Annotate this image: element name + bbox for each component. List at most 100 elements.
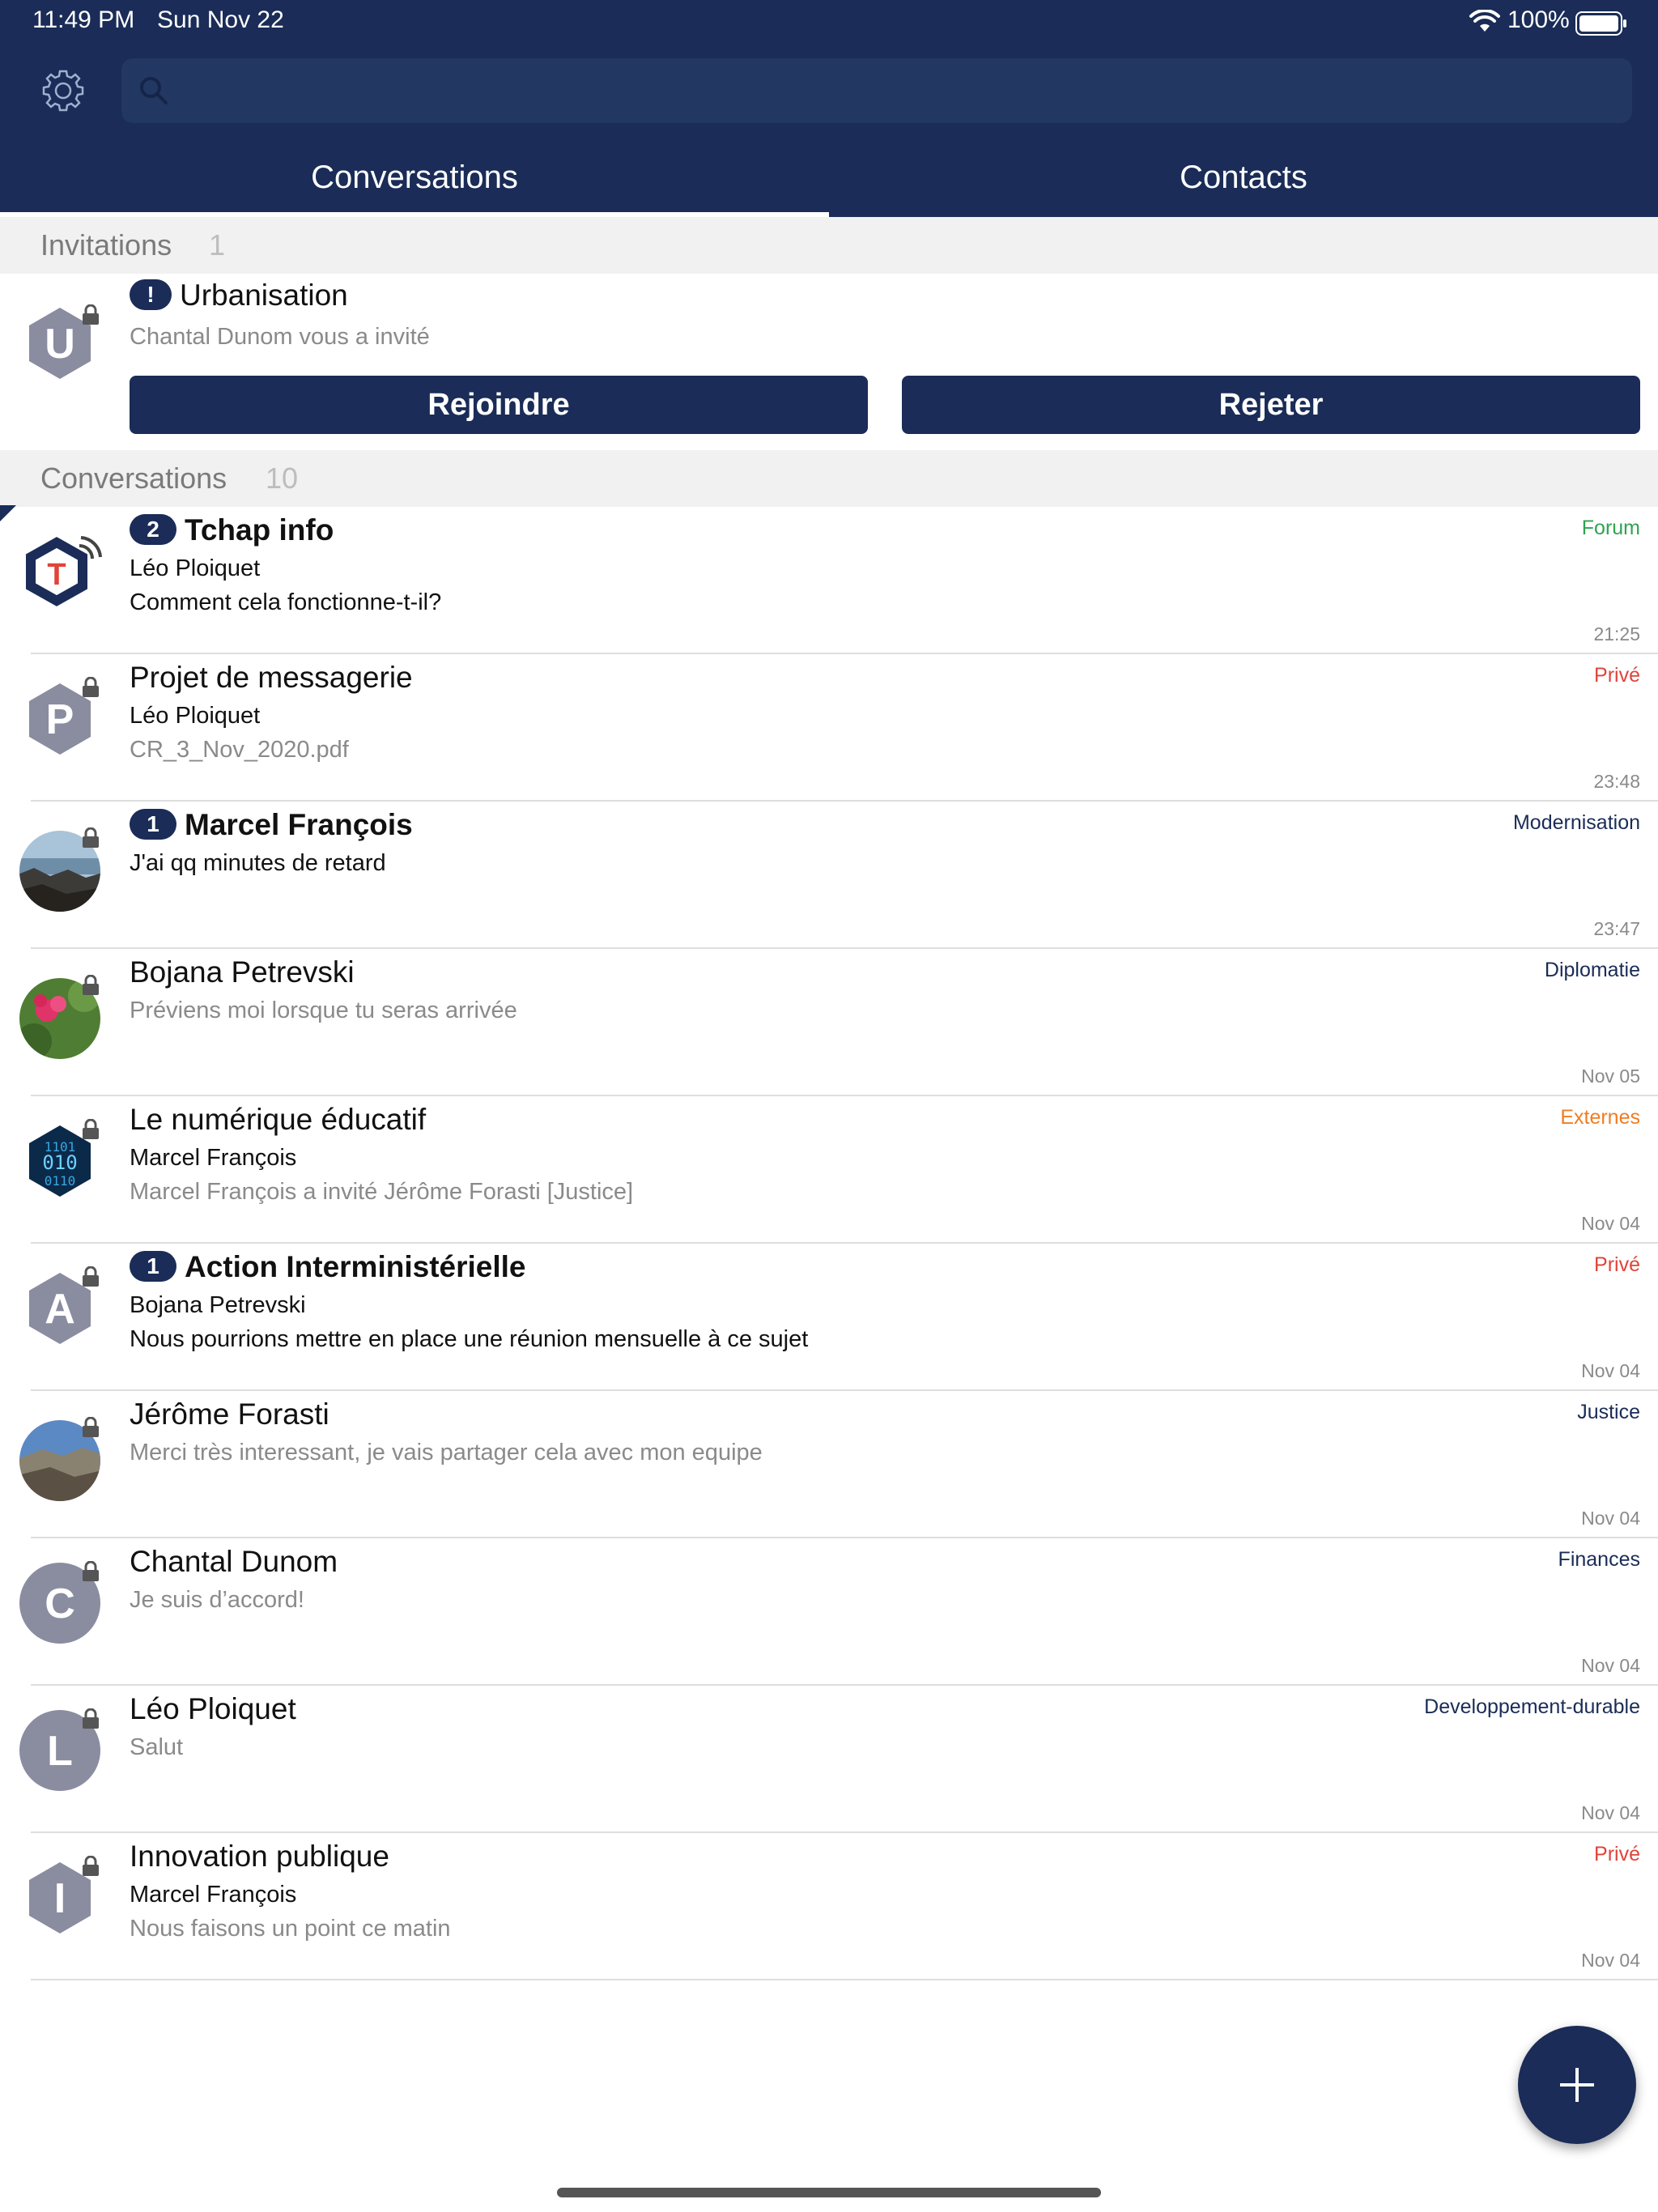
new-conversation-button[interactable] — [1518, 2026, 1636, 2144]
conversation-tag: Justice — [1577, 1401, 1640, 1423]
conversation-row[interactable]: Jérôme Forasti Merci très interessant, je… — [0, 1391, 1658, 1538]
svg-text:C: C — [45, 1580, 75, 1627]
conversation-line-2: Bojana Petrevski — [130, 1292, 306, 1318]
svg-text:T: T — [47, 558, 66, 592]
conversation-line-2: Léo Ploiquet — [130, 555, 261, 581]
conversation-row[interactable]: Bojana Petrevski Préviens moi lorsque tu … — [0, 949, 1658, 1096]
conversations-label: Conversations — [40, 462, 227, 495]
invitations-count: 1 — [209, 228, 226, 262]
wifi-icon — [1469, 10, 1500, 32]
conversation-name: Léo Ploiquet — [130, 1692, 296, 1725]
invitations-section-header: Invitations 1 — [0, 217, 1658, 274]
home-indicator — [557, 2188, 1101, 2197]
conversation-title: 1 Action Interministérielle — [130, 1250, 526, 1284]
lock-icon — [83, 304, 99, 325]
svg-text:A: A — [45, 1286, 75, 1333]
conversations-count: 10 — [266, 462, 299, 495]
status-date: Sun Nov 22 — [157, 6, 284, 33]
conversation-time: Nov 05 — [1581, 1066, 1640, 1087]
settings-gear-icon[interactable] — [39, 66, 87, 115]
conversation-name: Chantal Dunom — [130, 1545, 338, 1578]
conversation-name: Tchap info — [185, 513, 334, 547]
conversation-row[interactable]: I Innovation publique Marcel François Nous … — [0, 1833, 1658, 1980]
conversation-line-2: Léo Ploiquet — [130, 703, 261, 729]
search-input[interactable] — [178, 58, 1622, 125]
conversation-line-2: Marcel François — [130, 1882, 297, 1908]
unread-badge: 1 — [130, 809, 176, 840]
conversation-row[interactable]: C Chantal Dunom Je suis d’accord! Finances N… — [0, 1538, 1658, 1686]
svg-text:P: P — [46, 696, 74, 743]
lock-icon — [83, 1119, 99, 1139]
lock-icon — [83, 1856, 99, 1876]
invitation-subtitle: Chantal Dunom vous a invité — [130, 324, 430, 350]
conversation-time: Nov 04 — [1581, 1213, 1640, 1234]
conversation-tag: Finances — [1558, 1548, 1640, 1571]
conversation-line-3: Comment cela fonctionne-t-il? — [130, 589, 442, 615]
conversation-tag: Modernisation — [1512, 811, 1640, 834]
lock-icon — [83, 1417, 99, 1437]
conversation-line-2: Merci très interessant, je vais partager… — [130, 1440, 763, 1465]
conversation-title: Le numérique éducatif — [130, 1103, 426, 1137]
svg-text:0110: 0110 — [45, 1173, 76, 1189]
lock-icon — [83, 827, 99, 848]
conversation-title: Jérôme Forasti — [130, 1397, 329, 1431]
conversation-time: Nov 04 — [1581, 1655, 1640, 1676]
conversation-line-2: Préviens moi lorsque tu seras arrivée — [130, 998, 517, 1023]
conversation-name: Le numérique éducatif — [130, 1103, 427, 1136]
conversation-title: Bojana Petrevski — [130, 955, 355, 989]
conversation-row[interactable]: T 2 Tchap info Léo Ploiquet Comment cela fon… — [0, 507, 1658, 654]
conversation-line-3: Marcel François a invité Jérôme Forasti … — [130, 1179, 634, 1205]
conversation-time: 23:47 — [1593, 918, 1640, 939]
invitation-room-name: Urbanisation — [180, 279, 348, 312]
conversation-row[interactable]: 010 1101 0110 Le numérique éducatif Marcel F… — [0, 1096, 1658, 1244]
conversation-row[interactable]: L Léo Ploiquet Salut Developpement-durable N… — [0, 1686, 1658, 1833]
conversation-name: Action Interministérielle — [185, 1250, 526, 1283]
conversation-time: Nov 04 — [1581, 1802, 1640, 1823]
conversation-row[interactable]: 1 Marcel François J'ai qq minutes de retar… — [0, 802, 1658, 949]
conversation-tag: Diplomatie — [1544, 959, 1640, 981]
avatar-letter: U — [45, 321, 75, 368]
tab-contacts[interactable]: Contacts — [829, 136, 1658, 214]
invitation-alert-badge: ! — [130, 279, 172, 311]
lock-icon — [83, 1561, 99, 1581]
conversation-title: Chantal Dunom — [130, 1545, 338, 1579]
conversation-time: 23:48 — [1593, 771, 1640, 792]
conversation-title: Léo Ploiquet — [130, 1692, 296, 1726]
conversation-row[interactable]: A 1 Action Interministérielle Bojana Petrev… — [0, 1244, 1658, 1391]
conversation-tag: Privé — [1594, 664, 1640, 687]
conversation-tag: Privé — [1594, 1253, 1640, 1276]
invitation-title: ! Urbanisation — [130, 279, 348, 313]
unread-badge: 2 — [130, 514, 176, 546]
conversation-name: Bojana Petrevski — [130, 955, 355, 989]
app-header: 11:49 PM Sun Nov 22 100% Conversations C… — [0, 0, 1658, 217]
reject-button[interactable]: Rejeter — [902, 376, 1640, 434]
join-button[interactable]: Rejoindre — [130, 376, 868, 434]
conversation-time: Nov 04 — [1581, 1360, 1640, 1381]
search-icon — [140, 77, 168, 104]
conversation-row[interactable]: P Projet de messagerie Léo Ploiquet CR_3_No… — [0, 654, 1658, 802]
conversation-name: Projet de messagerie — [130, 661, 413, 694]
conversation-line-2: Marcel François — [130, 1145, 297, 1171]
row-divider — [31, 1979, 1658, 1980]
conversation-time: Nov 04 — [1581, 1950, 1640, 1971]
conversation-name: Marcel François — [185, 808, 413, 841]
conversation-tag: Developpement-durable — [1424, 1695, 1640, 1718]
conversation-line-3: Nous faisons un point ce matin — [130, 1916, 451, 1942]
tab-conversations[interactable]: Conversations — [0, 136, 829, 214]
conversation-time: 21:25 — [1593, 623, 1640, 644]
lock-icon — [83, 1708, 99, 1729]
invitations-label: Invitations — [40, 228, 172, 262]
unread-badge: 1 — [130, 1251, 176, 1283]
conversation-tag: Forum — [1581, 517, 1640, 539]
conversation-avatar: T — [26, 536, 102, 606]
conversation-title: 2 Tchap info — [130, 513, 334, 547]
conversation-title: 1 Marcel François — [130, 808, 413, 842]
conversation-tag: Externes — [1560, 1106, 1640, 1129]
battery-percent: 100% — [1507, 6, 1570, 33]
lock-icon — [83, 1266, 99, 1287]
svg-text:1101: 1101 — [45, 1139, 76, 1155]
conversation-line-2: Salut — [130, 1734, 184, 1760]
battery-icon — [1575, 11, 1626, 36]
conversation-line-3: Nous pourrions mettre en place une réuni… — [130, 1326, 809, 1352]
plus-icon — [1560, 2068, 1594, 2102]
